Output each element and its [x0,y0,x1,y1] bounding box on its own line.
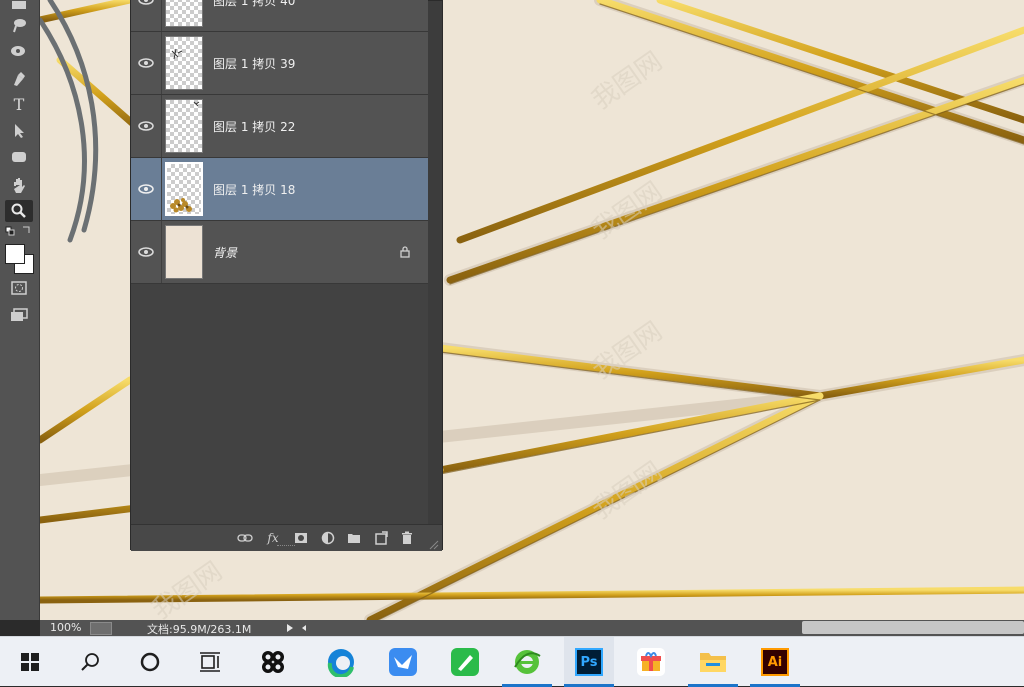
eye-icon[interactable] [137,0,155,9]
foreground-color-swatch[interactable] [5,244,25,264]
trash-icon[interactable] [399,530,415,546]
illustrator-icon[interactable]: Ai [750,637,800,687]
svg-text:我图网: 我图网 [587,46,668,115]
zoom-level[interactable]: 100% [50,621,81,634]
gift-box-app-icon[interactable] [626,637,676,687]
layer-name: 图层 1 拷贝 40 [213,0,296,8]
tools-panel: T [0,0,40,620]
edge-icon[interactable] [316,637,366,687]
resize-grip-icon[interactable] [429,535,439,550]
photoshop-icon[interactable]: Ps [564,637,614,687]
illustrator-label: Ai [761,648,789,676]
pinwheel-app-icon[interactable] [248,637,298,687]
file-explorer-icon[interactable] [688,637,738,687]
color-swatches[interactable] [4,242,36,274]
eye-icon[interactable] [137,117,155,135]
fx-icon[interactable]: fx [265,530,281,546]
ie-green-icon[interactable] [502,637,552,687]
link-icon[interactable] [237,530,253,546]
adjustment-icon[interactable] [320,530,336,546]
layer-name: 图层 1 拷贝 39 [213,57,296,71]
horizontal-scrollbar-thumb[interactable] [802,621,1024,634]
screen-mode-icon[interactable] [5,304,33,326]
eye-icon[interactable] [137,243,155,261]
layers-panel: 图层 1 拷贝 40 图层 1 拷贝 39 图层 1 拷贝 22 图层 1 拷贝… [130,0,443,551]
lock-icon [400,246,410,258]
lasso-icon[interactable] [5,14,33,36]
layer-thumbnail [165,36,203,90]
rounded-rect-icon[interactable] [5,146,33,168]
eye-icon[interactable] [137,180,155,198]
cortana-icon[interactable] [125,637,175,687]
layer-row[interactable]: 图层 1 拷贝 40 [131,0,428,32]
hand-icon[interactable] [5,175,33,197]
svg-text:我图网: 我图网 [147,556,228,620]
folder-icon[interactable] [346,530,362,546]
feishu-bird-icon[interactable] [378,637,428,687]
eye-icon[interactable] [137,54,155,72]
quick-mask-icon[interactable] [5,277,33,299]
type-icon[interactable]: T [5,93,33,115]
scroll-left-arrow-icon[interactable] [300,623,308,636]
layer-row[interactable]: 背景 [131,221,428,284]
panel-drag-handle[interactable] [277,545,295,549]
layer-name: 图层 1 拷贝 22 [213,120,296,134]
layer-name: 背景 [213,246,238,260]
status-preview-icon [90,622,112,635]
mask-icon[interactable] [293,530,309,546]
layers-scrollbar[interactable] [428,1,442,524]
layer-row[interactable]: 图层 1 拷贝 22 [131,95,428,158]
windows-start-icon[interactable] [5,637,55,687]
green-pen-app-icon[interactable] [440,637,490,687]
layer-row-selected[interactable]: 图层 1 拷贝 18 [131,158,428,221]
svg-text:我图网: 我图网 [587,456,668,525]
windows-taskbar: Ps Ai [0,636,1024,687]
status-menu-arrow-icon[interactable] [286,623,294,636]
pen-icon[interactable] [5,68,33,90]
layer-thumbnail [165,162,203,216]
layer-row[interactable]: 图层 1 拷贝 39 [131,32,428,95]
spot-heal-icon[interactable] [5,40,33,62]
swap-colors-icon[interactable] [5,224,33,238]
new-layer-icon[interactable] [373,530,389,546]
layer-thumbnail [165,0,203,27]
layer-thumbnail [165,225,203,279]
doc-size-info: 文档:95.9M/263.1M [147,623,252,636]
zoom-icon[interactable] [5,200,33,222]
layers-panel-footer: fx [131,524,442,551]
layer-thumbnail [165,99,203,153]
search-icon[interactable] [65,637,115,687]
path-select-icon[interactable] [5,120,33,142]
layer-name: 图层 1 拷贝 18 [213,183,296,197]
task-view-icon[interactable] [185,637,235,687]
photoshop-label: Ps [575,648,603,676]
